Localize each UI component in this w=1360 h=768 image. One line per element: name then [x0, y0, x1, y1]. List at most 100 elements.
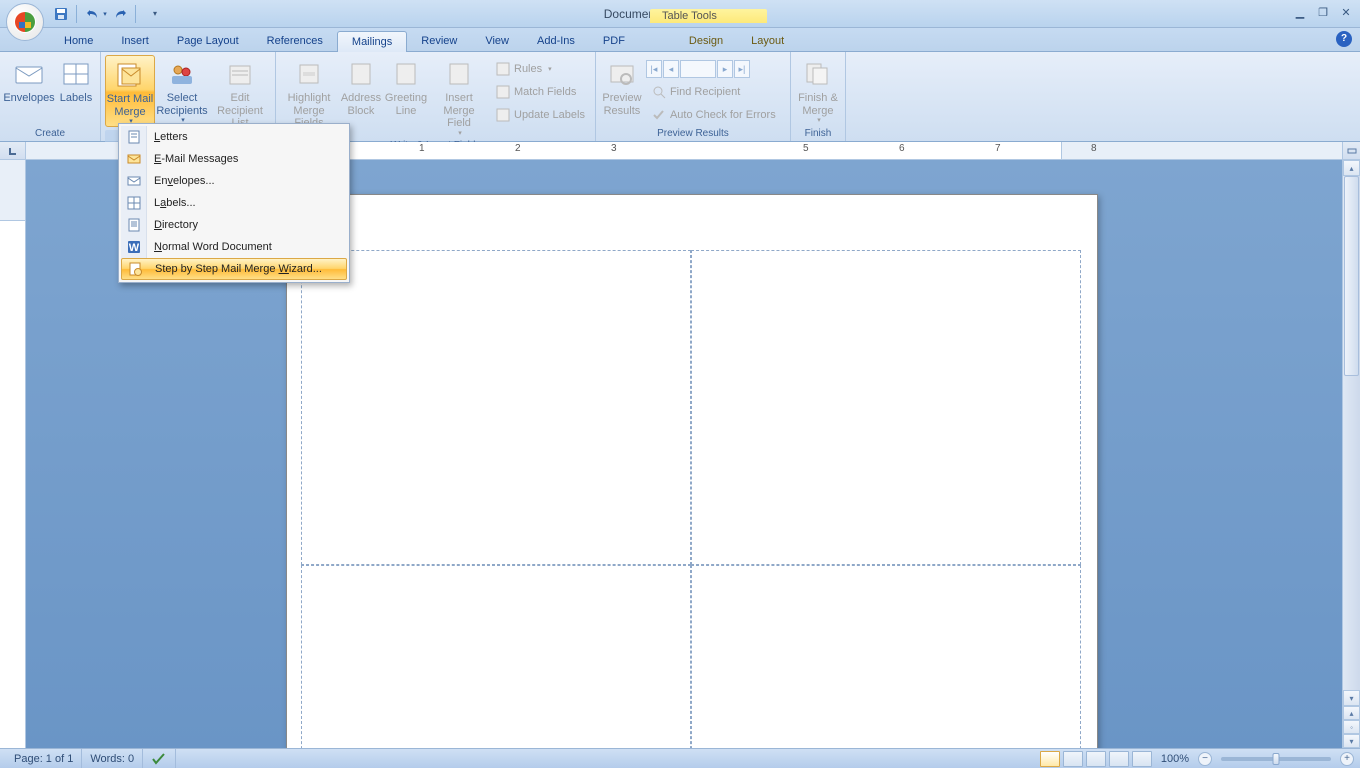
labels-button[interactable]: Labels	[56, 55, 96, 105]
menu-label: Letters	[147, 131, 188, 143]
find-recipient-button: Find Recipient	[646, 81, 786, 103]
menu-label: Labels...	[147, 197, 196, 209]
zoom-out-button[interactable]: −	[1198, 752, 1212, 766]
view-full-screen[interactable]	[1063, 751, 1083, 767]
redo-button[interactable]	[109, 3, 131, 25]
menu-label: Normal Word Document	[147, 241, 272, 253]
tab-page-layout[interactable]: Page Layout	[163, 31, 253, 51]
status-page[interactable]: Page: 1 of 1	[6, 749, 82, 768]
view-web-layout[interactable]	[1086, 751, 1106, 767]
edit-recipient-list-button: Edit Recipient List	[209, 55, 271, 130]
tab-add-ins[interactable]: Add-Ins	[523, 31, 589, 51]
table-tools-contextual-label: Table Tools	[650, 9, 767, 23]
scroll-down-button[interactable]: ▾	[1343, 690, 1360, 706]
zoom-level[interactable]: 100%	[1161, 753, 1189, 765]
view-outline[interactable]	[1109, 751, 1129, 767]
ruler-corner[interactable]	[0, 142, 26, 159]
page	[286, 194, 1098, 748]
select-recipients-button[interactable]: Select Recipients▾	[157, 55, 207, 125]
qat-customize[interactable]: ▾	[144, 3, 166, 25]
undo-button[interactable]: ▾	[85, 3, 107, 25]
menu-item-labels[interactable]: Labels...	[121, 192, 347, 214]
save-button[interactable]	[50, 3, 72, 25]
vertical-scrollbar[interactable]: ▴ ▾ ▴ ◦ ▾	[1342, 160, 1360, 748]
status-proofing[interactable]	[143, 749, 176, 768]
menu-item-envelopes[interactable]: Envelopes...	[121, 170, 347, 192]
help-button[interactable]: ?	[1336, 31, 1352, 47]
tab-review[interactable]: Review	[407, 31, 471, 51]
tab-home[interactable]: Home	[50, 31, 107, 51]
tab-mailings[interactable]: Mailings	[337, 31, 407, 52]
address-block-button: Address Block	[340, 55, 382, 117]
email-icon	[126, 151, 142, 167]
menu-label: Envelopes...	[147, 175, 215, 187]
ruler-toggle-icon	[1347, 146, 1357, 156]
word-doc-icon: W	[126, 239, 142, 255]
tab-view[interactable]: View	[471, 31, 523, 51]
group-create: Envelopes Labels Create	[0, 52, 101, 141]
table-cell[interactable]	[301, 250, 691, 565]
office-logo-icon	[13, 10, 37, 34]
highlight-icon	[297, 62, 321, 86]
group-label-create: Create	[4, 126, 96, 141]
vertical-ruler[interactable]	[0, 160, 26, 748]
menu-item-letters[interactable]: Letters	[121, 126, 347, 148]
menu-label: Step by Step Mail Merge Wizard...	[148, 263, 322, 275]
tab-pdf[interactable]: PDF	[589, 31, 639, 51]
tab-layout[interactable]: Layout	[737, 31, 798, 51]
labels-icon	[63, 63, 89, 85]
address-icon	[350, 62, 372, 86]
save-icon	[53, 6, 69, 22]
table-cell[interactable]	[691, 565, 1081, 748]
zoom-in-button[interactable]: +	[1340, 752, 1354, 766]
match-icon	[496, 85, 510, 99]
ruler-toggle[interactable]	[1342, 142, 1360, 159]
view-draft[interactable]	[1132, 751, 1152, 767]
check-icon	[652, 108, 666, 122]
menu-item-directory[interactable]: Directory	[121, 214, 347, 236]
scroll-up-button[interactable]: ▴	[1343, 160, 1360, 176]
menu-label: Directory	[147, 219, 198, 231]
quick-access-toolbar: ▾ ▾	[50, 3, 166, 25]
view-print-layout[interactable]	[1040, 751, 1060, 767]
update-labels-button: Update Labels	[490, 104, 591, 126]
next-record-button: ▸	[717, 60, 733, 78]
group-label-preview: Preview Results	[600, 126, 786, 141]
next-page-button[interactable]: ▾	[1343, 734, 1360, 748]
close-button[interactable]: ✕	[1336, 4, 1356, 20]
tab-references[interactable]: References	[253, 31, 337, 51]
undo-icon	[85, 6, 101, 22]
labels-icon	[126, 195, 142, 211]
menu-item-wizard[interactable]: Step by Step Mail Merge Wizard...	[121, 258, 347, 280]
minimize-button[interactable]: ▁	[1290, 4, 1310, 20]
zoom-slider-thumb[interactable]	[1273, 753, 1280, 765]
scroll-thumb[interactable]	[1344, 176, 1359, 376]
table-cell[interactable]	[301, 565, 691, 748]
tab-design[interactable]: Design	[675, 31, 737, 51]
start-mail-merge-button[interactable]: Start Mail Merge▾	[105, 55, 155, 127]
greeting-line-button: Greeting Line	[384, 55, 428, 117]
merge-field-icon	[448, 62, 470, 86]
envelopes-button[interactable]: Envelopes	[4, 55, 54, 105]
status-bar: Page: 1 of 1 Words: 0 100% − +	[0, 748, 1360, 768]
group-finish: Finish & Merge▾ Finish	[791, 52, 846, 141]
group-preview: Preview Results |◂ ◂ ▸ ▸| Find Recipient…	[596, 52, 791, 141]
scroll-track[interactable]	[1343, 176, 1360, 690]
title-bar: ▾ ▾ Document4 - Microsoft Word Table Too…	[0, 0, 1360, 28]
start-mail-merge-dropdown: Letters E-Mail Messages Envelopes... Lab…	[118, 123, 350, 283]
browse-object-button[interactable]: ◦	[1343, 720, 1360, 734]
tab-insert[interactable]: Insert	[107, 31, 163, 51]
prev-page-button[interactable]: ▴	[1343, 706, 1360, 720]
status-words[interactable]: Words: 0	[82, 749, 143, 768]
record-number-field	[680, 60, 716, 78]
menu-item-email[interactable]: E-Mail Messages	[121, 148, 347, 170]
office-button[interactable]	[6, 3, 44, 41]
rules-button: Rules▾	[490, 58, 591, 80]
zoom-slider[interactable]	[1221, 757, 1331, 761]
table-cell[interactable]	[691, 250, 1081, 565]
highlight-merge-fields-button: Highlight Merge Fields	[280, 55, 338, 130]
menu-item-normal-doc[interactable]: W Normal Word Document	[121, 236, 347, 258]
restore-button[interactable]: ❐	[1313, 4, 1333, 20]
finish-icon	[805, 62, 831, 86]
first-record-button: |◂	[646, 60, 662, 78]
